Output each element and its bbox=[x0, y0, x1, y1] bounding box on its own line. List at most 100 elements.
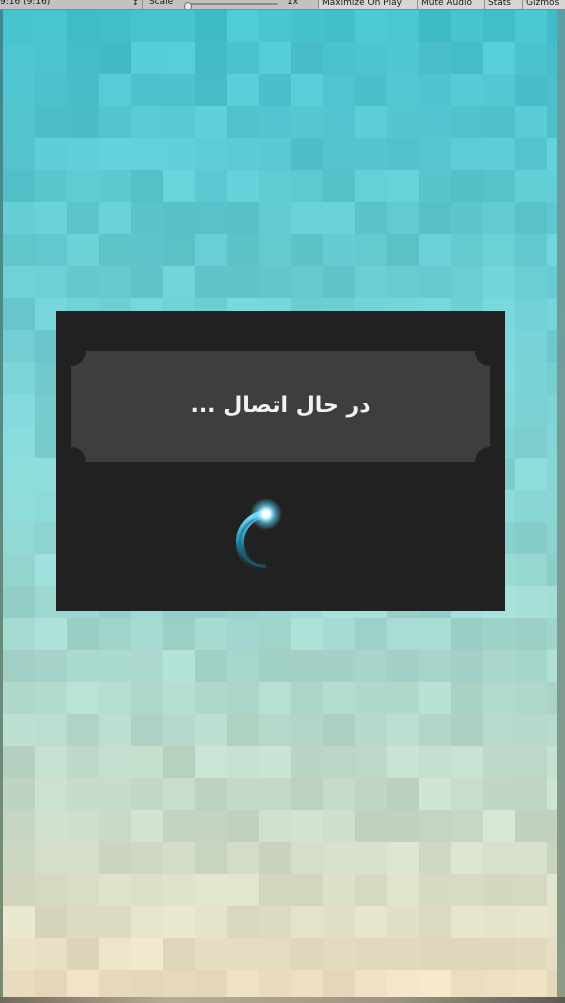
background-pixel bbox=[291, 138, 323, 170]
background-pixel bbox=[3, 810, 35, 842]
stats-toggle[interactable]: Stats bbox=[484, 0, 522, 9]
background-pixel bbox=[259, 746, 291, 778]
background-pixel bbox=[355, 810, 387, 842]
background-pixel bbox=[67, 906, 99, 938]
background-pixel bbox=[355, 682, 387, 714]
background-pixel bbox=[99, 874, 131, 906]
background-pixel bbox=[99, 650, 131, 682]
background-pixel bbox=[163, 138, 195, 170]
background-pixel bbox=[547, 74, 557, 106]
background-pixel bbox=[131, 970, 163, 997]
mute-audio-toggle[interactable]: Mute Audio bbox=[417, 0, 484, 9]
background-pixel bbox=[419, 682, 451, 714]
background-pixel bbox=[419, 650, 451, 682]
background-pixel bbox=[67, 970, 99, 997]
background-pixel bbox=[483, 810, 515, 842]
background-pixel bbox=[483, 938, 515, 970]
background-pixel bbox=[195, 170, 227, 202]
background-pixel bbox=[3, 746, 35, 778]
background-pixel bbox=[547, 458, 557, 490]
background-pixel bbox=[259, 810, 291, 842]
background-pixel bbox=[451, 618, 483, 650]
background-pixel bbox=[35, 266, 67, 298]
background-pixel bbox=[67, 874, 99, 906]
background-pixel bbox=[419, 106, 451, 138]
background-pixel bbox=[227, 170, 259, 202]
background-pixel bbox=[323, 938, 355, 970]
background-pixel bbox=[227, 970, 259, 997]
background-pixel bbox=[195, 10, 227, 42]
background-pixel bbox=[451, 170, 483, 202]
background-pixel bbox=[323, 810, 355, 842]
background-pixel bbox=[547, 778, 557, 810]
background-pixel bbox=[355, 106, 387, 138]
background-pixel bbox=[483, 970, 515, 997]
background-pixel bbox=[323, 714, 355, 746]
background-pixel bbox=[3, 266, 35, 298]
background-pixel bbox=[387, 682, 419, 714]
background-pixel bbox=[355, 234, 387, 266]
aspect-ratio-dropdown[interactable]: 9:16 (9:16) bbox=[0, 0, 140, 9]
background-pixel bbox=[99, 170, 131, 202]
background-pixel bbox=[547, 586, 557, 618]
background-pixel bbox=[323, 10, 355, 42]
background-pixel bbox=[259, 42, 291, 74]
background-pixel bbox=[419, 266, 451, 298]
background-pixel bbox=[355, 842, 387, 874]
background-pixel bbox=[67, 650, 99, 682]
background-pixel bbox=[547, 682, 557, 714]
background-pixel bbox=[67, 682, 99, 714]
background-pixel bbox=[99, 42, 131, 74]
background-pixel bbox=[291, 10, 323, 42]
background-pixel bbox=[163, 682, 195, 714]
background-pixel bbox=[195, 714, 227, 746]
background-pixel bbox=[131, 266, 163, 298]
background-pixel bbox=[163, 202, 195, 234]
background-pixel bbox=[3, 426, 35, 458]
background-pixel bbox=[259, 202, 291, 234]
background-pixel bbox=[227, 234, 259, 266]
background-pixel bbox=[67, 938, 99, 970]
background-pixel bbox=[227, 266, 259, 298]
background-pixel bbox=[547, 426, 557, 458]
gizmos-dropdown[interactable]: Gizmos bbox=[522, 0, 565, 9]
background-pixel bbox=[547, 106, 557, 138]
background-pixel bbox=[515, 234, 547, 266]
background-pixel bbox=[515, 394, 547, 426]
scale-slider[interactable] bbox=[184, 2, 278, 9]
background-pixel bbox=[451, 938, 483, 970]
background-pixel bbox=[515, 266, 547, 298]
background-pixel bbox=[3, 906, 35, 938]
maximize-on-play-toggle[interactable]: Maximize On Play bbox=[318, 0, 417, 9]
background-pixel bbox=[195, 618, 227, 650]
background-pixel bbox=[291, 682, 323, 714]
background-pixel bbox=[35, 714, 67, 746]
background-pixel bbox=[515, 618, 547, 650]
background-pixel bbox=[547, 10, 557, 42]
game-view-toolbar: 9:16 (9:16) ↕ Scale 1x Maximize On Play … bbox=[0, 0, 565, 10]
background-pixel bbox=[227, 778, 259, 810]
background-pixel bbox=[387, 746, 419, 778]
background-pixel bbox=[99, 74, 131, 106]
background-pixel bbox=[547, 362, 557, 394]
background-pixel bbox=[323, 874, 355, 906]
background-pixel bbox=[387, 970, 419, 997]
background-pixel bbox=[35, 138, 67, 170]
background-pixel bbox=[483, 202, 515, 234]
background-pixel bbox=[99, 618, 131, 650]
connecting-dialog: در حال اتصال ... bbox=[56, 311, 505, 611]
connecting-status-text: در حال اتصال ... bbox=[190, 393, 371, 418]
background-pixel bbox=[67, 810, 99, 842]
background-pixel bbox=[35, 810, 67, 842]
background-pixel bbox=[387, 842, 419, 874]
background-pixel bbox=[163, 234, 195, 266]
background-pixel bbox=[35, 778, 67, 810]
background-pixel bbox=[355, 970, 387, 997]
background-pixel bbox=[163, 170, 195, 202]
background-pixel bbox=[131, 810, 163, 842]
background-pixel bbox=[547, 202, 557, 234]
background-pixel bbox=[483, 106, 515, 138]
background-pixel bbox=[195, 138, 227, 170]
background-pixel bbox=[291, 874, 323, 906]
scale-slider-thumb[interactable] bbox=[184, 2, 192, 9]
